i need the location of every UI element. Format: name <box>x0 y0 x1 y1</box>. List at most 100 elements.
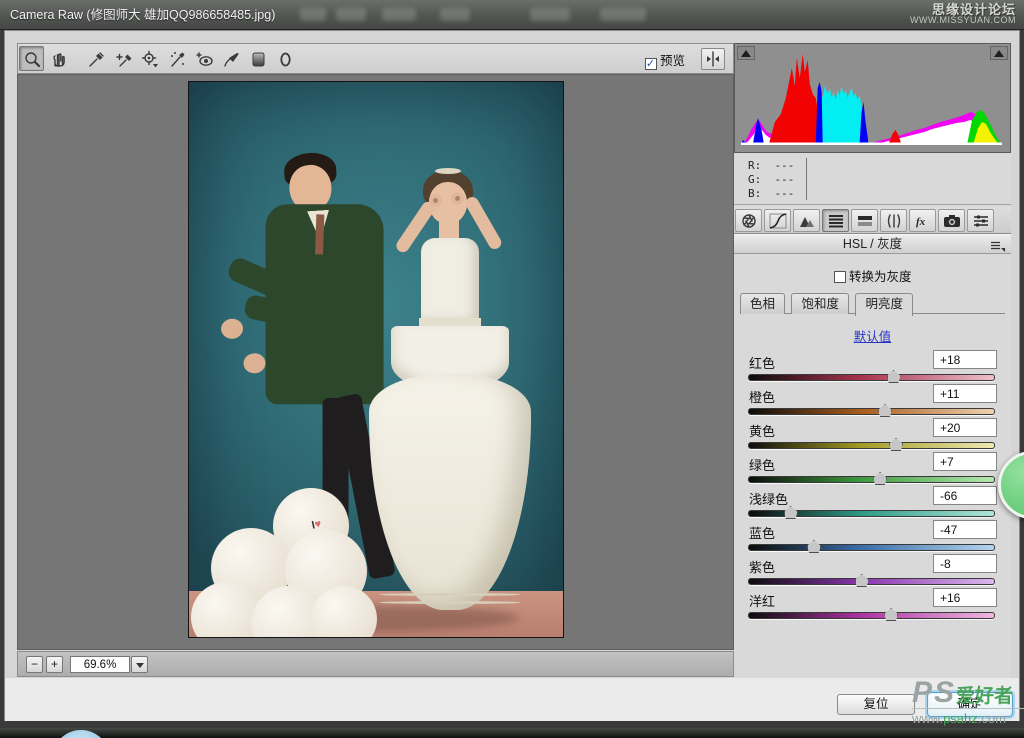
slider-value-purple[interactable]: -8 <box>933 554 997 573</box>
radial-filter-tool-button[interactable] <box>272 46 297 71</box>
convert-to-grayscale-checkbox[interactable] <box>834 271 846 283</box>
slider-value-red[interactable]: +18 <box>933 350 997 369</box>
default-values-link[interactable]: 默认值 <box>854 330 892 344</box>
zoom-level-dropdown[interactable] <box>131 656 148 673</box>
panel-icon-tabs: fx <box>734 207 1011 234</box>
bride-dress-skirt <box>369 374 531 610</box>
tab-camera-calibration[interactable] <box>938 209 965 232</box>
slider-list: 红色+18橙色+11黄色+20绿色+7浅绿色-66蓝色-47紫色-8洋红+16 <box>748 352 997 624</box>
svg-text:fx: fx <box>916 216 926 228</box>
tab-lens-corrections[interactable] <box>880 209 907 232</box>
graduated-filter-tool-button[interactable] <box>245 46 270 71</box>
photo-preview: I♥YO <box>188 81 564 638</box>
g-label: G: <box>748 173 761 186</box>
zoom-out-button[interactable]: − <box>26 656 43 673</box>
missyuan-watermark: 思缘设计论坛 WWW.MISSYUAN.COM <box>910 4 1016 26</box>
slider-track-magenta[interactable] <box>748 612 995 619</box>
slider-label-purple: 紫色 <box>749 557 775 576</box>
targeted-adjustment-tool-button[interactable] <box>137 46 162 71</box>
rgb-divider <box>806 158 807 200</box>
preview-toggle[interactable]: ✓ 预览 <box>645 50 686 70</box>
slider-track-orange[interactable] <box>748 408 995 415</box>
zoom-in-button[interactable]: + <box>46 656 63 673</box>
slider-value-yellow[interactable]: +20 <box>933 418 997 437</box>
slider-thumb-blue[interactable] <box>807 540 821 553</box>
zoom-tool-button[interactable] <box>19 46 44 71</box>
bride-ok-hand <box>451 192 464 205</box>
fullscreen-toggle-icon <box>702 56 724 73</box>
slider-track-yellow[interactable] <box>748 442 995 449</box>
slider-label-orange: 橙色 <box>749 387 775 406</box>
slider-thumb-green[interactable] <box>873 472 887 485</box>
tab-split-toning[interactable] <box>851 209 878 232</box>
shadow-clipping-button[interactable] <box>737 46 755 60</box>
tab-luminance[interactable]: 明亮度 <box>855 293 913 316</box>
hand-tool-button[interactable] <box>46 46 71 71</box>
tab-hsl-grayscale[interactable] <box>822 209 849 232</box>
bride-bodice <box>421 238 479 324</box>
reset-button[interactable]: 复位 <box>837 694 915 715</box>
slider-value-blue[interactable]: -47 <box>933 520 997 539</box>
groom-tie <box>315 214 324 254</box>
slider-label-yellow: 黄色 <box>749 421 775 440</box>
preview-checkbox[interactable]: ✓ <box>645 58 657 70</box>
slider-label-green: 绿色 <box>749 455 775 474</box>
white-balance-tool-button[interactable] <box>83 46 108 71</box>
tab-detail[interactable] <box>793 209 820 232</box>
slider-thumb-purple[interactable] <box>855 574 869 587</box>
groom-fist <box>220 318 243 339</box>
preview-canvas[interactable]: I♥YO <box>17 74 734 650</box>
zoom-controls-bar: − + 69.6% <box>17 651 734 677</box>
slider-thumb-yellow[interactable] <box>889 438 903 451</box>
highlight-clipping-button[interactable] <box>990 46 1008 60</box>
hsl-subtabs: 色相 饱和度 明亮度 <box>740 292 1005 314</box>
convert-to-grayscale-label: 转换为灰度 <box>849 270 912 284</box>
slider-track-purple[interactable] <box>748 578 995 585</box>
tab-tone-curve[interactable] <box>764 209 791 232</box>
adjustments-panel: R: --- G: --- B: --- <box>734 43 1011 678</box>
chevron-down-icon <box>136 663 144 672</box>
bride-figure <box>381 170 551 620</box>
slider-thumb-red[interactable] <box>887 370 901 383</box>
camera-raw-toolbar: ✓ 预览 <box>17 43 734 74</box>
tab-presets[interactable] <box>967 209 994 232</box>
slider-value-aqua[interactable]: -66 <box>933 486 997 505</box>
highlight-clipping-icon <box>994 50 1004 57</box>
slider-row-blue: 蓝色-47 <box>748 522 997 556</box>
red-eye-tool-button[interactable] <box>191 46 216 71</box>
slider-value-orange[interactable]: +11 <box>933 384 997 403</box>
fullscreen-toggle-button[interactable] <box>701 48 725 70</box>
tab-hue[interactable]: 色相 <box>740 293 785 314</box>
bride-tiara <box>435 168 461 174</box>
r-value: --- <box>775 159 795 172</box>
adjustment-brush-tool-button[interactable] <box>218 46 243 71</box>
ok-button[interactable]: 确定 <box>927 692 1013 717</box>
tab-basic[interactable] <box>735 209 762 232</box>
g-value: --- <box>775 173 795 186</box>
dress-hem <box>379 593 522 596</box>
preview-label: 预览 <box>660 54 685 68</box>
blurred-menu-item <box>440 8 470 21</box>
slider-value-magenta[interactable]: +16 <box>933 588 997 607</box>
convert-to-grayscale-row[interactable]: 转换为灰度 <box>734 266 1011 285</box>
slider-thumb-orange[interactable] <box>878 404 892 417</box>
slider-track-green[interactable] <box>748 476 995 483</box>
start-orb-icon[interactable] <box>52 730 110 738</box>
tab-effects[interactable]: fx <box>909 209 936 232</box>
slider-track-red[interactable] <box>748 374 995 381</box>
blurred-menu-item <box>530 8 570 21</box>
histogram-plot <box>739 50 1006 150</box>
slider-track-aqua[interactable] <box>748 510 995 517</box>
slider-value-green[interactable]: +7 <box>933 452 997 471</box>
panel-menu-button[interactable] <box>989 239 1005 251</box>
tab-saturation[interactable]: 饱和度 <box>791 293 849 314</box>
slider-label-red: 红色 <box>749 353 775 372</box>
r-label: R: <box>748 159 761 172</box>
color-sampler-tool-button[interactable] <box>110 46 135 71</box>
slider-row-yellow: 黄色 +20 <box>748 420 997 454</box>
panel-menu-icon <box>989 240 1005 252</box>
slider-track-blue[interactable] <box>748 544 995 551</box>
slider-thumb-magenta[interactable] <box>884 608 898 621</box>
spot-removal-tool-button[interactable] <box>164 46 189 71</box>
zoom-level-value[interactable]: 69.6% <box>70 656 130 673</box>
